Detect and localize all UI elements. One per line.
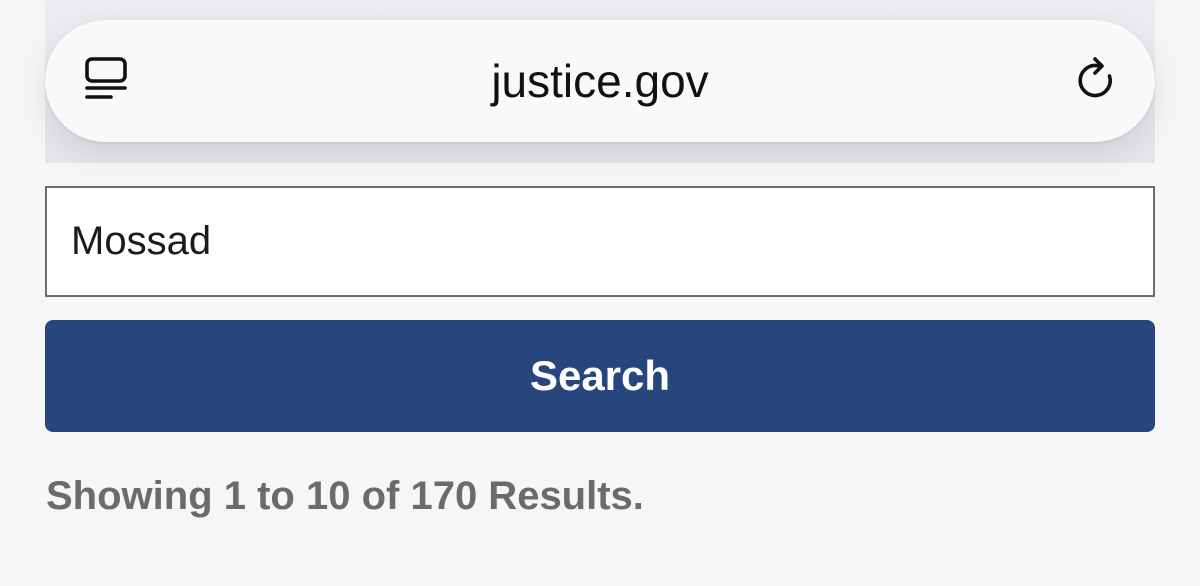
page: justice.gov Search Showing 1 to 10 of 17… [0, 0, 1200, 586]
search-input[interactable] [45, 186, 1155, 297]
results-summary: Showing 1 to 10 of 170 Results. [46, 474, 644, 518]
reload-icon [1073, 56, 1121, 109]
address-bar[interactable]: justice.gov [45, 20, 1155, 142]
search-button[interactable]: Search [45, 320, 1155, 432]
url-text[interactable]: justice.gov [45, 20, 1155, 142]
reload-button[interactable] [1069, 56, 1125, 108]
